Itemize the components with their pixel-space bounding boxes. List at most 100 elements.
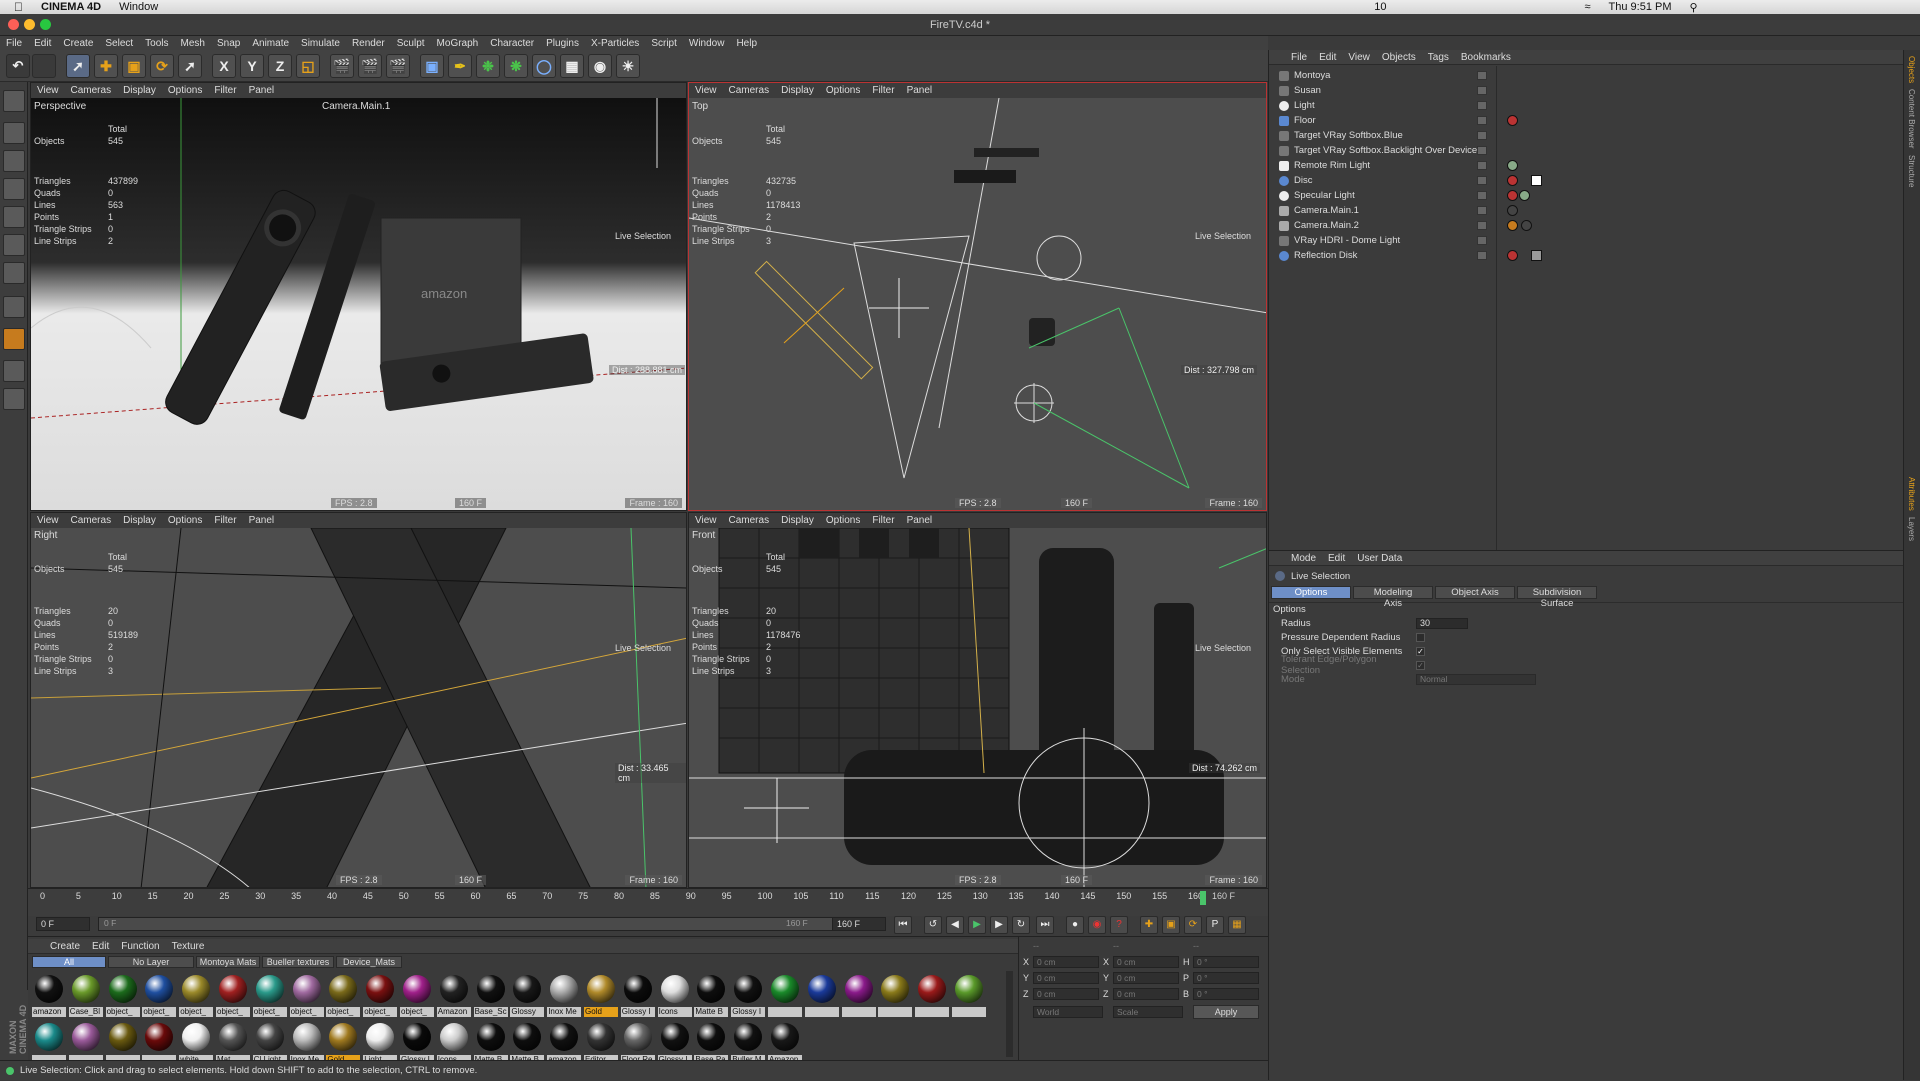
material-swatch[interactable]: Cl Light	[252, 1021, 287, 1065]
tab-options[interactable]: Options	[1271, 586, 1351, 599]
viewport-menu-options[interactable]: Options	[168, 85, 202, 96]
close-window-button[interactable]	[8, 19, 19, 30]
light-tag-icon[interactable]	[1519, 190, 1530, 201]
key-scale-icon[interactable]: ▣	[1162, 916, 1180, 934]
material-swatch[interactable]: Icons	[436, 1021, 471, 1065]
material-swatch[interactable]	[105, 1021, 140, 1065]
object-row[interactable]: Floor	[1269, 113, 1903, 128]
viewport-menu-options[interactable]: Options	[168, 515, 202, 526]
material-swatch[interactable]: object_	[363, 973, 398, 1017]
radius-input[interactable]: 30	[1416, 617, 1468, 629]
material-swatch[interactable]: Floor Re	[620, 1021, 655, 1065]
x-axis-button[interactable]: X	[212, 54, 236, 78]
material-swatch[interactable]: Glossy I	[620, 973, 655, 1017]
menu-item[interactable]: MoGraph	[437, 38, 479, 49]
position-x-field[interactable]: 0 cm	[1033, 956, 1099, 968]
object-row[interactable]: Montoya	[1269, 68, 1903, 83]
model-mode-icon[interactable]	[3, 122, 25, 144]
menu-item[interactable]: Simulate	[301, 38, 340, 49]
size-y-field[interactable]: 0 cm	[1113, 972, 1179, 984]
select-tool-icon[interactable]: ➚	[66, 54, 90, 78]
search-icon[interactable]: ⚲	[1690, 1, 1698, 14]
material-swatch[interactable]: object_	[400, 973, 434, 1017]
start-frame-field[interactable]: 0 F	[36, 917, 90, 931]
menu-item[interactable]: Mesh	[181, 38, 205, 49]
camera-icon[interactable]: ◉	[588, 54, 612, 78]
mat-menu-texture[interactable]: Texture	[172, 941, 205, 952]
light-icon[interactable]: ☀	[616, 54, 640, 78]
viewport-front[interactable]: View Cameras Display Options Filter Pane…	[688, 512, 1267, 888]
material-swatch[interactable]: Amazon	[436, 973, 471, 1017]
key-rotation-icon[interactable]: ⟳	[1184, 916, 1202, 934]
render-settings-icon[interactable]: 🎬	[386, 54, 410, 78]
subdivision-surface-icon[interactable]: ❉	[476, 54, 500, 78]
axis-mode-icon[interactable]	[3, 296, 25, 318]
menu-item[interactable]: X-Particles	[591, 38, 639, 49]
layer-flag[interactable]	[1477, 236, 1487, 245]
pressure-checkbox[interactable]	[1416, 632, 1425, 642]
redo-icon[interactable]	[32, 54, 56, 78]
material-swatch[interactable]: Inox Me	[547, 973, 582, 1017]
rotation-b-field[interactable]: 0 °	[1193, 988, 1259, 1000]
om-menu-objects[interactable]: Objects	[1382, 52, 1416, 63]
material-swatch[interactable]: Matte B	[510, 1021, 545, 1065]
viewport-menu-view[interactable]: View	[695, 85, 717, 96]
material-swatch[interactable]	[32, 1021, 66, 1065]
material-swatch[interactable]: Light	[363, 1021, 398, 1065]
viewport-menu-cameras[interactable]: Cameras	[71, 85, 112, 96]
object-row[interactable]: Reflection Disk	[1269, 248, 1903, 263]
om-menu-file[interactable]: File	[1291, 52, 1307, 63]
material-swatch[interactable]	[915, 973, 950, 1017]
mat-tab-montoya-mats[interactable]: Montoya Mats	[196, 956, 260, 968]
undo-icon[interactable]: ↶	[6, 54, 30, 78]
spline-pen-icon[interactable]: ✒	[448, 54, 472, 78]
material-swatch[interactable]: Matte B	[694, 973, 729, 1017]
y-axis-button[interactable]: Y	[240, 54, 264, 78]
side-tab-layers[interactable]: Layers	[1907, 517, 1916, 541]
menu-item[interactable]: Edit	[34, 38, 51, 49]
layer-flag[interactable]	[1477, 191, 1487, 200]
viewport-menu-filter[interactable]: Filter	[214, 515, 236, 526]
end-frame-field[interactable]: 160 F	[832, 917, 886, 931]
coordinate-system-icon[interactable]: ◱	[296, 54, 320, 78]
side-tab-objects[interactable]: Objects	[1907, 56, 1916, 83]
preview-range-slider[interactable]	[98, 917, 838, 931]
polygons-mode-icon[interactable]	[3, 262, 25, 284]
texture-tag-icon[interactable]	[1531, 250, 1542, 261]
viewport-menu-display[interactable]: Display	[123, 85, 156, 96]
object-row[interactable]: Specular Light	[1269, 188, 1903, 203]
rotate-tool-icon[interactable]: ⟳	[150, 54, 174, 78]
minimize-window-button[interactable]	[24, 19, 35, 30]
viewport-menu-cameras[interactable]: Cameras	[71, 515, 112, 526]
apply-button[interactable]: Apply	[1193, 1005, 1259, 1019]
om-menu-tags[interactable]: Tags	[1428, 52, 1449, 63]
material-tag-icon[interactable]	[1507, 115, 1518, 126]
zoom-window-button[interactable]	[40, 19, 51, 30]
next-frame-icon[interactable]: ▶	[990, 916, 1008, 934]
column-divider[interactable]	[1496, 66, 1497, 550]
coordinate-space-dropdown[interactable]: World	[1033, 1006, 1103, 1018]
viewport-menu-filter[interactable]: Filter	[214, 85, 236, 96]
key-point-level-icon[interactable]: ▦	[1228, 916, 1246, 934]
clock[interactable]: Thu 9:51 PM	[1609, 1, 1672, 13]
layer-flag[interactable]	[1477, 116, 1487, 125]
material-swatch[interactable]	[952, 973, 986, 1017]
material-swatch[interactable]	[804, 973, 839, 1017]
size-x-field[interactable]: 0 cm	[1113, 956, 1179, 968]
previous-frame-icon[interactable]: ◀	[946, 916, 964, 934]
material-swatch[interactable]: Inox Me	[289, 1021, 324, 1065]
viewport-menu-panel[interactable]: Panel	[249, 515, 275, 526]
attr-menu-user-data[interactable]: User Data	[1357, 553, 1402, 564]
material-swatch[interactable]	[768, 973, 802, 1017]
side-tab-attributes[interactable]: Attributes	[1907, 477, 1916, 511]
goto-next-key-icon[interactable]: ↻	[1012, 916, 1030, 934]
visible-only-checkbox[interactable]: ✓	[1416, 646, 1425, 656]
material-swatch[interactable]: object_	[326, 973, 361, 1017]
material-swatch[interactable]: Matte B	[473, 1021, 508, 1065]
material-swatch[interactable]: Gold	[584, 973, 618, 1017]
object-row[interactable]: Target VRay Softbox.Blue	[1269, 128, 1903, 143]
om-menu-view[interactable]: View	[1348, 52, 1370, 63]
material-tag-icon[interactable]	[1507, 190, 1518, 201]
material-scrollbar[interactable]	[1006, 971, 1013, 1057]
mat-tab-no-layer[interactable]: No Layer	[108, 956, 194, 968]
